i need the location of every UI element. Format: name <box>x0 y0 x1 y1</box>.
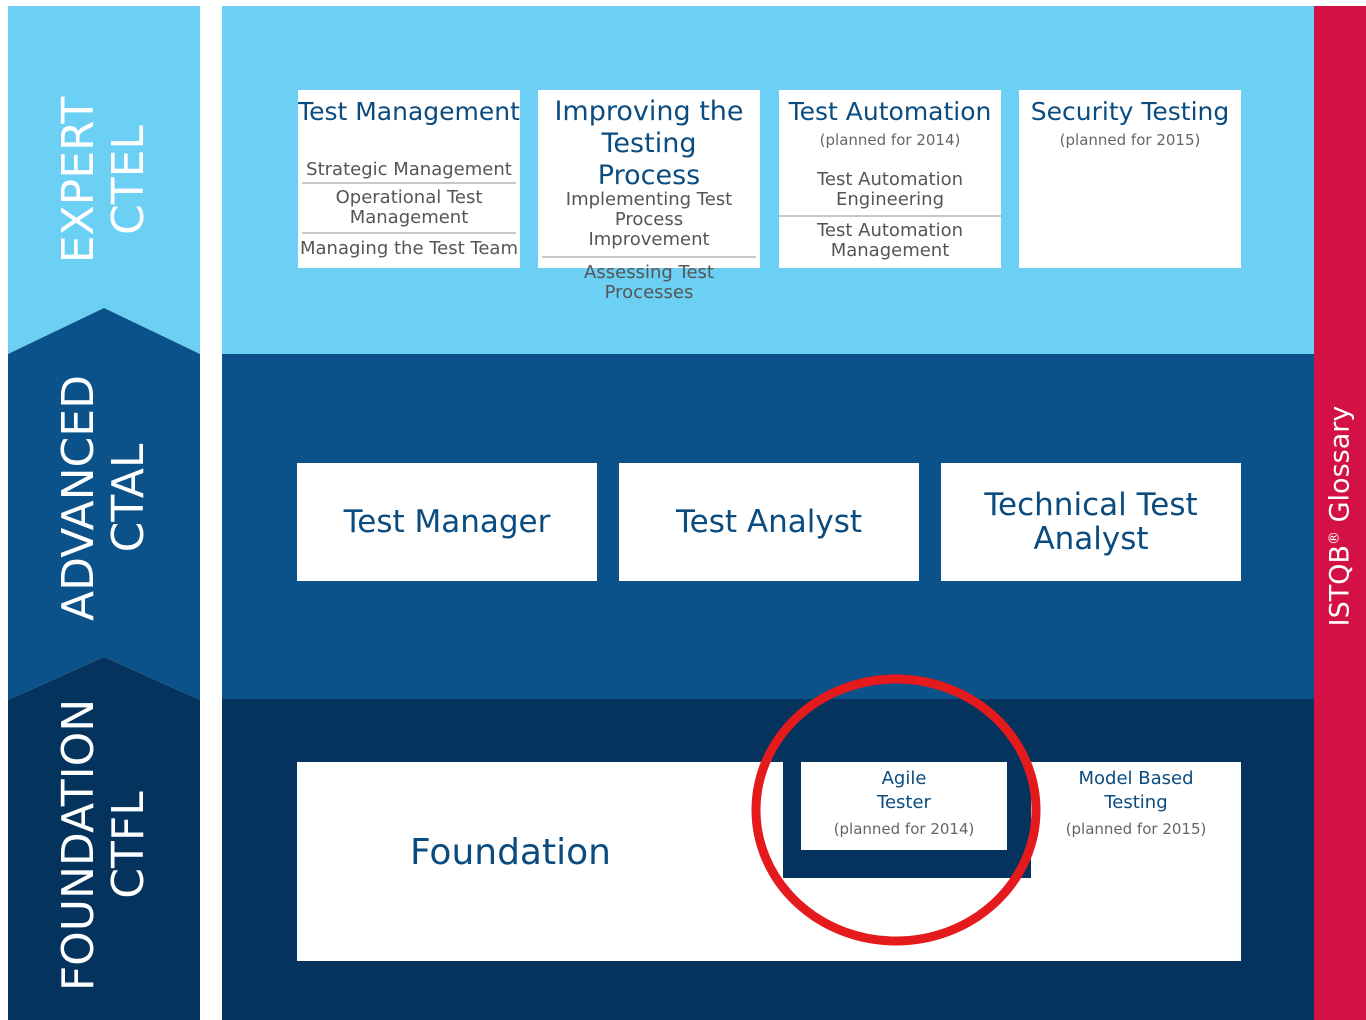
module-test-management: Test Management Strategic Management Ope… <box>298 90 520 268</box>
planned-note: (planned for 2015) <box>1065 820 1207 838</box>
module-model-based-testing: Model Based Testing (planned for 2015) <box>1031 762 1241 850</box>
foundation-level-label: FOUNDATION CTFL <box>53 698 154 992</box>
module-test-automation: Test Automation (planned for 2014) Test … <box>779 90 1001 268</box>
istqb-certification-diagram: EXPERT CTEL ADVANCED CTAL FOUNDATION CTF… <box>0 0 1366 1020</box>
expert-level-code: CTEL <box>103 125 154 235</box>
expert-level-name: EXPERT <box>53 96 104 264</box>
module-technical-test-analyst: Technical Test Analyst <box>941 463 1241 581</box>
module-title: Technical Test Analyst <box>984 487 1198 557</box>
module-title: Security Testing <box>1030 97 1230 126</box>
expert-level-label: EXPERT CTEL <box>53 96 154 264</box>
module-security-testing: Security Testing (planned for 2015) <box>1019 90 1241 268</box>
advanced-level-name: ADVANCED <box>53 375 104 621</box>
highlight-circle <box>751 674 1041 946</box>
advanced-level-code: CTAL <box>103 443 154 553</box>
level-column: EXPERT CTEL ADVANCED CTAL FOUNDATION CTF… <box>8 0 200 1020</box>
foundation-title: Foundation <box>410 832 611 873</box>
module-item: Managing the Test Team <box>300 238 518 259</box>
glossary-strip: ISTQB® Glossary <box>1314 6 1366 1020</box>
module-title: Improving the Testing Process <box>554 96 744 191</box>
module-improving-testing-process: Improving the Testing Process Implementi… <box>538 90 760 303</box>
module-item: Test Automation Management <box>816 220 963 261</box>
module-item: Implementing Test Process Improvement <box>565 189 733 250</box>
planned-note: (planned for 2014) <box>819 131 961 149</box>
module-item: Test Automation Engineering <box>816 169 963 210</box>
module-item: Assessing Test Processes <box>584 262 714 303</box>
module-title: Model Based Testing <box>1078 768 1194 813</box>
module-item: Strategic Management <box>306 159 512 180</box>
advanced-level-label: ADVANCED CTAL <box>53 375 154 621</box>
module-title: Test Analyst <box>675 504 862 540</box>
glossary-label: ISTQB® Glossary <box>1324 405 1356 627</box>
module-title: Test Automation <box>788 97 992 126</box>
module-item: Operational Test Management <box>335 187 483 228</box>
module-test-analyst: Test Analyst <box>619 463 919 581</box>
module-title: Test Management <box>298 97 520 126</box>
planned-note: (planned for 2015) <box>1059 131 1201 149</box>
foundation-level-code: CTFL <box>103 791 154 899</box>
foundation-level-name: FOUNDATION <box>53 698 104 992</box>
module-title: Test Manager <box>343 504 551 540</box>
module-test-manager: Test Manager <box>297 463 597 581</box>
